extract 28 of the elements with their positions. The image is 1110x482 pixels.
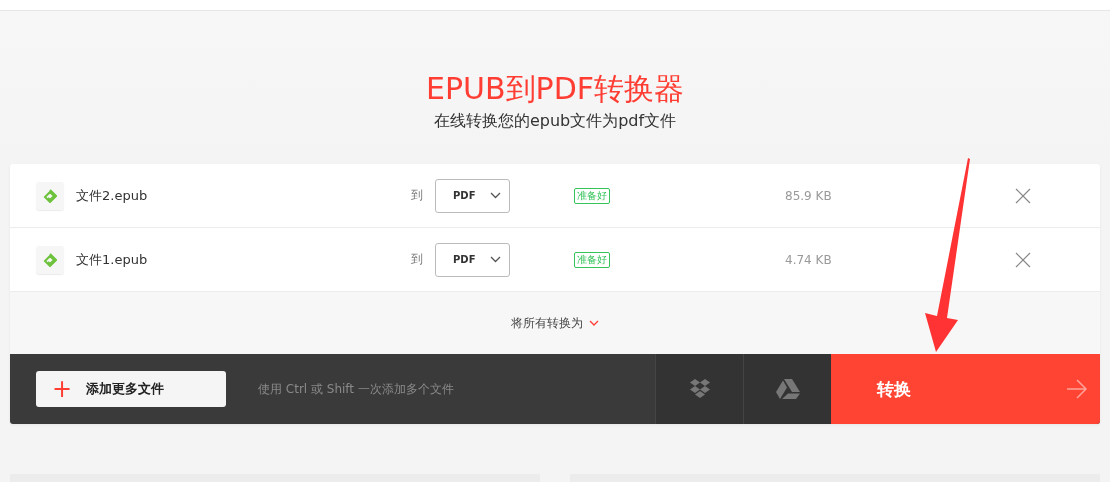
- chevron-down-icon: [589, 320, 599, 326]
- to-label: 到: [411, 251, 424, 268]
- page-title: EPUB到PDF转换器: [425, 70, 684, 108]
- chevron-down-icon: [490, 256, 501, 263]
- epub-file-icon: [36, 181, 64, 210]
- dropbox-button[interactable]: [655, 354, 743, 424]
- convert-all-dropdown[interactable]: 将所有转换为: [505, 313, 605, 333]
- format-dropdown[interactable]: PDF: [435, 178, 510, 213]
- google-drive-button[interactable]: [743, 354, 831, 424]
- arrow-right-icon: [1066, 379, 1088, 399]
- status-badge: 准备好: [574, 251, 610, 268]
- chevron-down-icon: [490, 192, 501, 199]
- file-name: 文件2.epub: [76, 186, 149, 205]
- hint-text: 使用 Ctrl 或 Shift 一次添加多个文件: [258, 380, 454, 398]
- file-size: 4.74 KB: [785, 252, 833, 267]
- plus-icon: +: [52, 377, 73, 401]
- page-subtitle: 在线转换您的epub文件为pdf文件: [433, 111, 677, 132]
- close-icon[interactable]: [1015, 187, 1031, 204]
- file-size: 85.9 KB: [785, 188, 833, 203]
- epub-file-icon: [36, 245, 64, 274]
- format-dropdown[interactable]: PDF: [435, 242, 510, 277]
- status-badge: 准备好: [574, 187, 610, 204]
- close-icon[interactable]: [1015, 251, 1031, 268]
- add-more-files-button[interactable]: + 添加更多文件: [36, 371, 226, 407]
- file-name: 文件1.epub: [76, 250, 149, 269]
- to-label: 到: [411, 187, 424, 204]
- dropbox-icon: [688, 379, 711, 399]
- drive-icon: [775, 379, 800, 399]
